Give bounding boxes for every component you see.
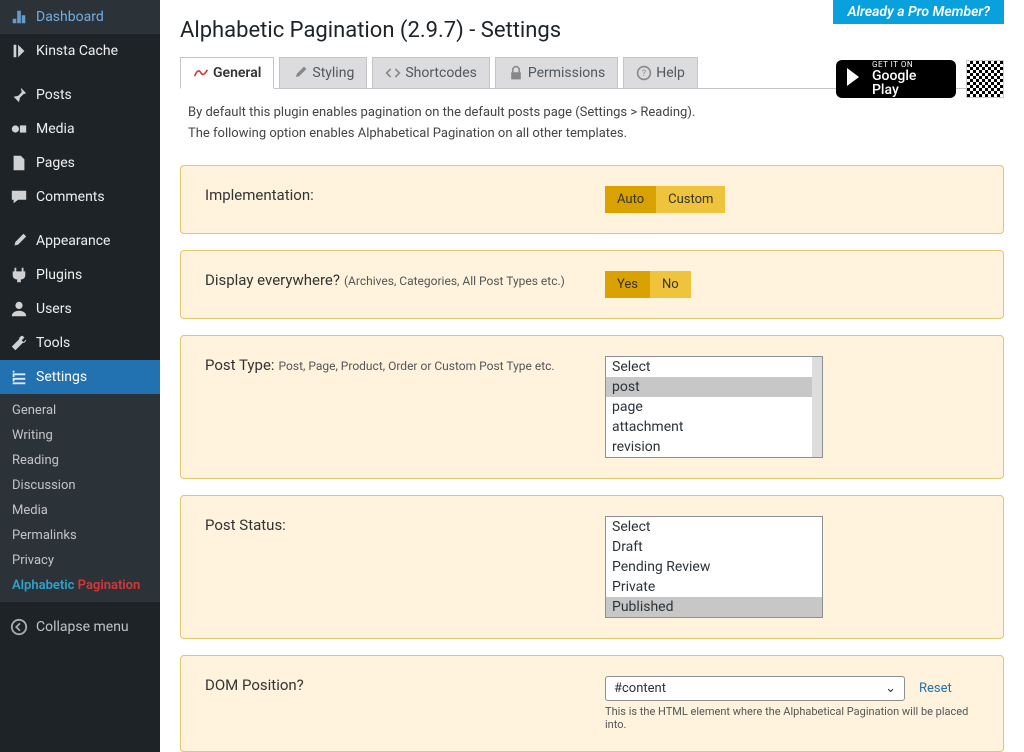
comments-icon <box>10 188 28 206</box>
tools-icon <box>10 334 28 352</box>
sidebar-item-label: Comments <box>36 189 105 205</box>
sidebar-submenu: General Writing Reading Discussion Media… <box>0 394 160 602</box>
sidebar-item-comments[interactable]: Comments <box>0 180 160 214</box>
sidebar-sub-writing[interactable]: Writing <box>0 423 160 448</box>
pro-member-banner[interactable]: Already a Pro Member? <box>833 0 1004 24</box>
implementation-custom-button[interactable]: Custom <box>656 186 725 213</box>
sidebar-item-label: Settings <box>36 369 87 385</box>
pin-icon <box>10 86 28 104</box>
display-no-button[interactable]: No <box>650 271 691 298</box>
reset-link[interactable]: Reset <box>919 681 952 696</box>
help-icon: ? <box>636 65 652 81</box>
collapse-icon <box>10 618 28 636</box>
sidebar-item-dashboard[interactable]: Dashboard <box>0 0 160 34</box>
code-icon <box>385 65 401 81</box>
admin-sidebar: Dashboard Kinsta Cache Posts Media Pages… <box>0 0 160 752</box>
implementation-label: Implementation: <box>205 186 605 204</box>
badges-row: GET IT ON Google Play <box>836 60 1004 98</box>
dom-label: DOM Position? <box>205 676 605 694</box>
list-item[interactable]: Select <box>606 517 822 537</box>
play-icon <box>846 67 864 91</box>
kinsta-icon <box>10 42 28 60</box>
implementation-toggle: Auto Custom <box>605 186 725 213</box>
sidebar-item-label: Posts <box>36 87 72 103</box>
sidebar-sub-media[interactable]: Media <box>0 498 160 523</box>
sidebar-item-label: Dashboard <box>36 9 104 25</box>
sidebar-item-media[interactable]: Media <box>0 112 160 146</box>
media-icon <box>10 120 28 138</box>
sidebar-item-plugins[interactable]: Plugins <box>0 258 160 292</box>
sidebar-item-label: Kinsta Cache <box>36 43 118 59</box>
sidebar-item-label: Pages <box>36 155 75 171</box>
display-toggle: Yes No <box>605 271 691 298</box>
list-item[interactable]: Pending Review <box>606 557 822 577</box>
poststatus-listbox[interactable]: Select Draft Pending Review Private Publ… <box>605 516 823 618</box>
collapse-menu-button[interactable]: Collapse menu <box>0 610 160 644</box>
poststatus-label: Post Status: <box>205 516 605 534</box>
dom-hint: This is the HTML element where the Alpha… <box>605 705 979 731</box>
pages-icon <box>10 154 28 172</box>
sidebar-item-label: Plugins <box>36 267 82 283</box>
display-yes-button[interactable]: Yes <box>605 271 650 298</box>
plugins-icon <box>10 266 28 284</box>
list-item[interactable]: page <box>606 397 822 417</box>
chevron-down-icon: ⌄ <box>885 681 896 696</box>
tab-permissions[interactable]: Permissions <box>495 57 618 88</box>
sidebar-item-tools[interactable]: Tools <box>0 326 160 360</box>
users-icon <box>10 300 28 318</box>
svg-text:?: ? <box>642 69 646 79</box>
sidebar-sub-alphabetic-pagination[interactable]: Alphabetic Pagination <box>0 573 160 598</box>
sidebar-sub-general[interactable]: General <box>0 398 160 423</box>
dom-value: #content <box>614 681 666 696</box>
sidebar-item-users[interactable]: Users <box>0 292 160 326</box>
sidebar-item-settings[interactable]: Settings <box>0 360 160 394</box>
sidebar-sub-privacy[interactable]: Privacy <box>0 548 160 573</box>
sidebar-item-label: Tools <box>36 335 70 351</box>
tab-shortcodes[interactable]: Shortcodes <box>372 57 490 88</box>
main-content: Already a Pro Member? Alphabetic Paginat… <box>160 0 1024 752</box>
sidebar-sub-permalinks[interactable]: Permalinks <box>0 523 160 548</box>
sidebar-item-pages[interactable]: Pages <box>0 146 160 180</box>
tab-general[interactable]: General <box>180 57 274 89</box>
sidebar-item-kinsta[interactable]: Kinsta Cache <box>0 34 160 68</box>
settings-icon <box>10 368 28 386</box>
sidebar-item-label: Media <box>36 121 75 137</box>
dom-position-select[interactable]: #content ⌄ <box>605 676 905 701</box>
sidebar-sub-discussion[interactable]: Discussion <box>0 473 160 498</box>
dashboard-icon <box>10 8 28 26</box>
lock-icon <box>508 65 524 81</box>
tab-styling[interactable]: Styling <box>279 57 367 88</box>
list-item[interactable]: revision <box>606 437 822 457</box>
tab-help[interactable]: ?Help <box>623 57 698 88</box>
list-item[interactable]: Select <box>606 357 822 377</box>
list-item[interactable]: Private <box>606 577 822 597</box>
gplay-big-text: Google Play <box>872 69 946 97</box>
list-item[interactable]: Published <box>606 597 822 617</box>
qr-code[interactable] <box>966 60 1004 98</box>
brush-icon <box>10 232 28 250</box>
panel-poststatus: Post Status: Select Draft Pending Review… <box>180 495 1004 639</box>
implementation-auto-button[interactable]: Auto <box>605 186 656 213</box>
brush-icon <box>292 65 308 81</box>
posttype-label: Post Type: Post, Page, Product, Order or… <box>205 356 605 374</box>
google-play-badge[interactable]: GET IT ON Google Play <box>836 60 956 98</box>
list-item[interactable]: attachment <box>606 417 822 437</box>
scribble-icon <box>193 65 209 81</box>
sidebar-item-posts[interactable]: Posts <box>0 78 160 112</box>
sidebar-item-label: Appearance <box>36 233 110 249</box>
posttype-listbox[interactable]: Select post page attachment revision <box>605 356 823 458</box>
panel-display: Display everywhere? (Archives, Categorie… <box>180 250 1004 319</box>
display-label: Display everywhere? (Archives, Categorie… <box>205 271 605 289</box>
list-item[interactable]: Draft <box>606 537 822 557</box>
sidebar-item-appearance[interactable]: Appearance <box>0 224 160 258</box>
sidebar-sub-reading[interactable]: Reading <box>0 448 160 473</box>
collapse-label: Collapse menu <box>36 619 129 635</box>
panel-posttype: Post Type: Post, Page, Product, Order or… <box>180 335 1004 479</box>
panel-implementation: Implementation: Auto Custom <box>180 165 1004 234</box>
list-item[interactable]: post <box>606 377 822 397</box>
sidebar-item-label: Users <box>36 301 72 317</box>
panel-dom: DOM Position? #content ⌄ Reset This is t… <box>180 655 1004 752</box>
